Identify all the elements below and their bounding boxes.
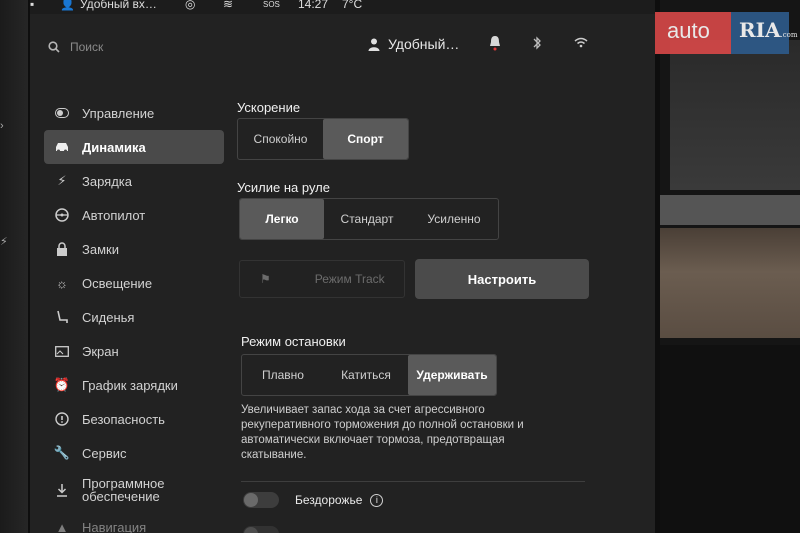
sidebar-item-lighting[interactable]: ☼ Освещение (44, 266, 224, 300)
next-toggle[interactable] (243, 526, 279, 533)
display-icon (54, 343, 70, 359)
wifi-icon: ≋ (223, 0, 234, 11)
acceleration-selector: Спокойно Спорт (237, 118, 409, 160)
stopping-mode-title: Режим остановки (241, 334, 346, 349)
offroad-toggle[interactable] (243, 492, 279, 508)
steering-option-heavy[interactable]: Усиленно (410, 199, 498, 239)
status-bar: ▪ 👤 Удобный вх… ◎ ≋ SOS 14:27 7°C (30, 0, 655, 14)
sidebar-item-charging[interactable]: ⚡ Зарядка (44, 164, 224, 198)
acceleration-option-chill[interactable]: Спокойно (238, 119, 323, 159)
watermark-auto: auto (655, 12, 731, 54)
navigation-icon: ▲ (55, 519, 69, 533)
steering-option-light[interactable]: Легко (240, 199, 324, 239)
seat-icon (54, 309, 70, 325)
bluetooth-icon[interactable] (528, 34, 546, 52)
sidebar-item-dynamics[interactable]: Динамика (44, 130, 224, 164)
sidebar-item-navigation[interactable]: ▲ Навигация (44, 510, 224, 533)
stopping-option-hold[interactable]: Удерживать (408, 355, 496, 395)
checkered-flag-icon: ⚑ (260, 272, 271, 286)
track-mode-label: Режим Track (314, 272, 385, 286)
lightning-icon: ⚡ (57, 173, 67, 188)
wood-trim (660, 228, 800, 338)
sidebar-item-autopilot[interactable]: Автопилот (44, 198, 224, 232)
sidebar-item-controls[interactable]: Управление (44, 96, 224, 130)
settings-sidebar: Управление Динамика ⚡ Зарядка Автопилот … (44, 96, 224, 533)
stopping-mode-description: Увеличивает запас хода за счет агрессивн… (241, 404, 524, 461)
sidebar-item-locks[interactable]: Замки (44, 232, 224, 266)
sun-icon: ☼ (56, 275, 68, 291)
status-user-name: Удобный вх… (80, 0, 157, 11)
offroad-label: Бездорожье (295, 493, 363, 507)
user-icon: 👤 (60, 0, 75, 11)
offroad-setting: Бездорожье i (243, 492, 384, 508)
steering-title: Усилие на руле (237, 180, 330, 195)
sidebar-item-service[interactable]: 🔧 Сервис (44, 436, 224, 470)
adjacent-screen-edge: › ⚡ (0, 0, 28, 533)
sidebar-item-charge-schedule[interactable]: ⏰ График зарядки (44, 368, 224, 402)
acceleration-title: Ускорение (237, 100, 301, 115)
info-icon[interactable]: i (370, 493, 384, 507)
stopping-mode-selector: Плавно Катиться Удерживать (241, 354, 497, 396)
sidebar-item-software[interactable]: Программное обеспечение (44, 470, 224, 510)
user-icon (368, 38, 380, 51)
temperature: 7°C (342, 0, 363, 11)
sos-badge: SOS (263, 0, 280, 9)
search-icon (48, 41, 60, 53)
wrench-icon: 🔧 (53, 445, 71, 460)
toggle-icon (54, 105, 70, 121)
car-interior-background (660, 0, 800, 533)
sidebar-item-seats[interactable]: Сиденья (44, 300, 224, 334)
alarm-clock-icon: ⏰ (53, 377, 71, 392)
sidebar-item-display[interactable]: Экран (44, 334, 224, 368)
track-mode-toggle[interactable]: ⚑ Режим Track (239, 260, 405, 298)
user-profile[interactable]: Удобный… (368, 36, 459, 52)
steering-option-standard[interactable]: Стандарт (324, 199, 410, 239)
header: Поиск Удобный… (30, 30, 655, 70)
search-bar[interactable]: Поиск (48, 40, 103, 54)
car-icon (54, 139, 70, 155)
clock: 14:27 (298, 0, 329, 11)
wifi-icon[interactable] (572, 34, 590, 52)
section-divider (241, 481, 585, 482)
download-icon (54, 482, 70, 498)
bell-icon[interactable] (486, 34, 504, 52)
stopping-option-roll[interactable]: Катиться (324, 355, 408, 395)
acceleration-option-sport[interactable]: Спорт (323, 119, 408, 159)
phone-icon: ▪ (30, 0, 35, 11)
watermark-ria: RIA.com (731, 12, 798, 54)
steering-selector: Легко Стандарт Усиленно (239, 198, 499, 240)
lock-icon (54, 241, 70, 257)
stopping-option-creep[interactable]: Плавно (242, 355, 324, 395)
touchscreen: ▪ 👤 Удобный вх… ◎ ≋ SOS 14:27 7°C Поиск … (30, 0, 655, 533)
steering-wheel-icon (54, 207, 70, 223)
search-input[interactable]: Поиск (70, 40, 103, 54)
info-circle-icon (54, 411, 70, 427)
configure-button[interactable]: Настроить (415, 259, 589, 299)
camera-icon: ◎ (185, 0, 196, 11)
user-name: Удобный… (388, 36, 460, 52)
sidebar-item-safety[interactable]: Безопасность (44, 402, 224, 436)
next-setting-partial (243, 526, 295, 533)
autoria-watermark: auto RIA.com (655, 12, 798, 54)
